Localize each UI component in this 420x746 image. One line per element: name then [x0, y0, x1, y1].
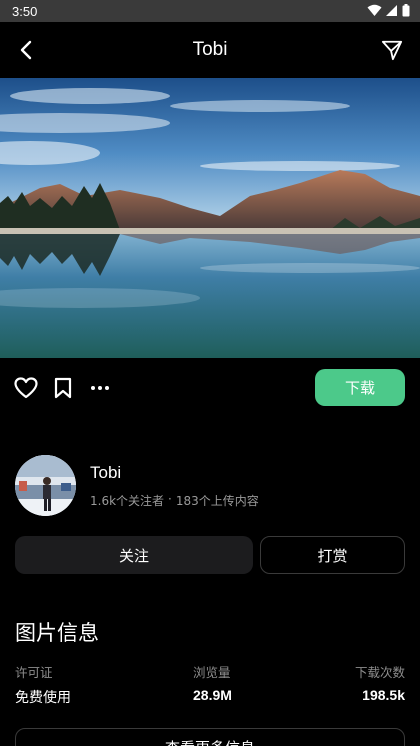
status-time: 3:50 — [12, 3, 38, 19]
author-stats: 1.6k个关注者 · 183个上传内容 — [90, 492, 259, 509]
wifi-icon — [367, 4, 382, 16]
signal-icon — [386, 5, 397, 16]
more-info-button[interactable]: 查看更多信息 — [15, 728, 405, 746]
author-name[interactable]: Tobi — [90, 463, 121, 483]
follow-row: 关注 打赏 — [15, 536, 405, 574]
downloads-label: 下载次数 — [354, 665, 405, 680]
page-title: Tobi — [192, 39, 228, 60]
bookmark-icon — [54, 377, 72, 399]
follow-button[interactable]: 关注 — [15, 536, 253, 574]
more-horizontal-icon — [91, 386, 109, 390]
share-button[interactable] — [378, 36, 406, 64]
downloads-value: 198.5k — [362, 687, 405, 703]
views-info: 浏览量 28.9M — [193, 662, 232, 703]
license-value: 免费使用 — [15, 690, 71, 706]
status-bar: 3:50 — [0, 0, 420, 22]
uploads-count: 183个上传内容 — [175, 494, 259, 508]
bookmark-button[interactable] — [51, 376, 75, 400]
mountain-lake-image — [0, 78, 420, 358]
download-button[interactable]: 下载 — [315, 369, 405, 406]
chevron-left-icon — [20, 40, 32, 60]
back-button[interactable] — [12, 36, 40, 64]
heart-icon — [14, 377, 38, 399]
photo-info-grid: 许可证 免费使用 浏览量 28.9M 下载次数 198.5k — [15, 662, 405, 706]
action-row: 下载 — [0, 358, 420, 418]
photo-info-title: 图片信息 — [15, 621, 99, 645]
views-label: 浏览量 — [193, 665, 231, 680]
like-button[interactable] — [14, 376, 38, 400]
more-options-button[interactable] — [88, 376, 112, 400]
license-label: 许可证 — [15, 665, 53, 680]
battery-icon — [402, 4, 410, 17]
send-icon — [381, 40, 403, 61]
followers-count: 1.6k个关注者 — [90, 494, 165, 508]
tip-button[interactable]: 打赏 — [260, 536, 405, 574]
license-info: 许可证 免费使用 — [15, 662, 71, 707]
avatar[interactable] — [15, 455, 76, 516]
author-card[interactable]: Tobi 1.6k个关注者 · 183个上传内容 — [15, 455, 405, 517]
status-icons — [367, 4, 410, 17]
avatar-image — [15, 455, 76, 516]
views-value: 28.9M — [193, 687, 232, 703]
downloads-info: 下载次数 198.5k — [355, 662, 405, 703]
hero-photo[interactable] — [0, 78, 420, 358]
stats-separator: · — [168, 492, 172, 506]
app-bar: Tobi — [0, 22, 420, 78]
